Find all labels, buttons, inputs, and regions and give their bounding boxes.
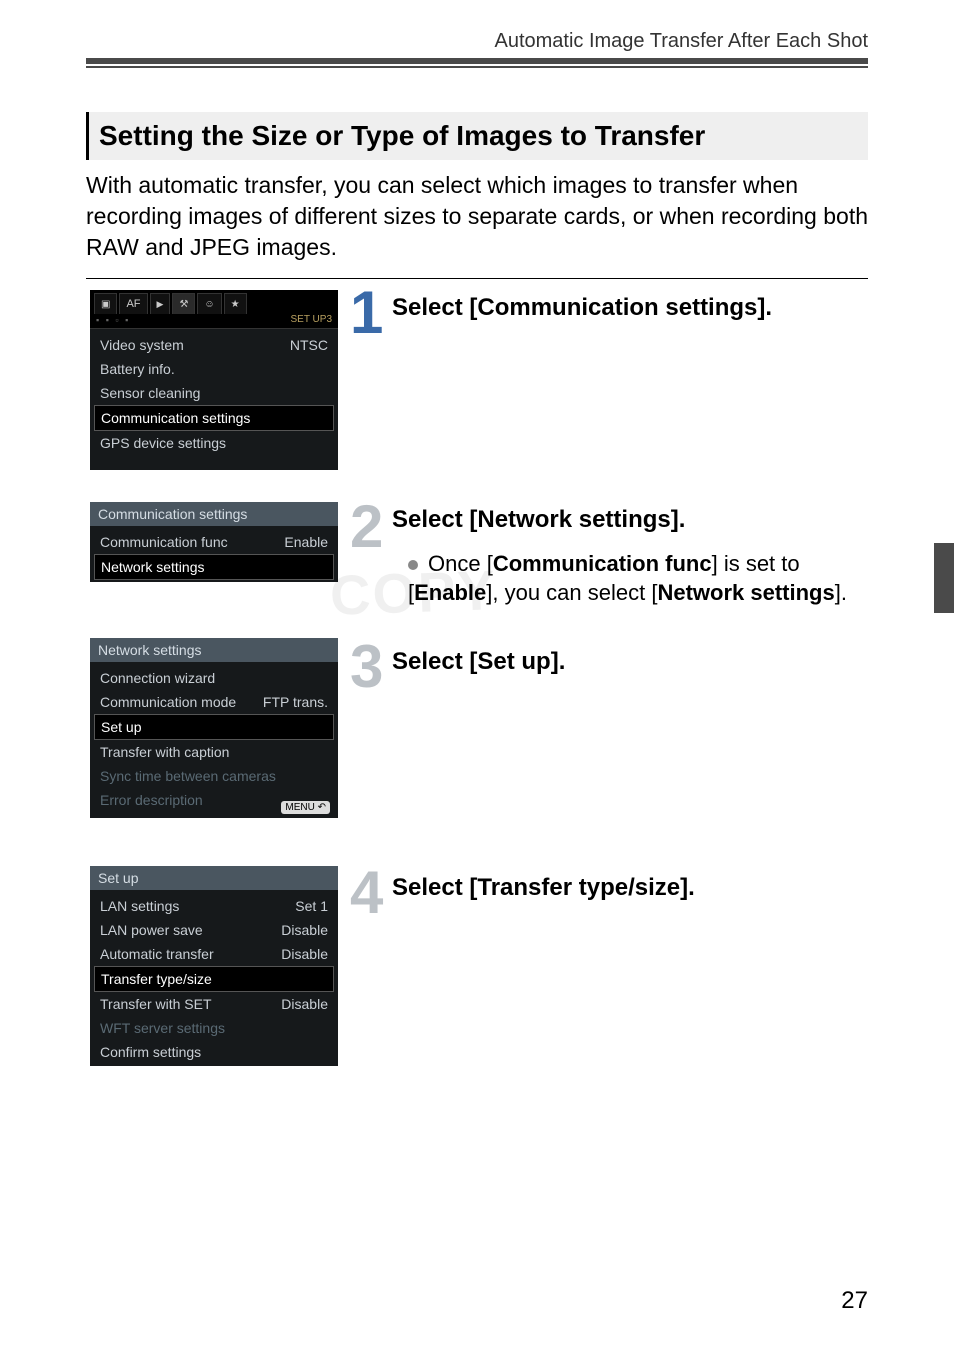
menu-back-badge: MENU	[281, 801, 330, 814]
step-3-title: Select [Set up].	[392, 648, 868, 676]
label: Connection wizard	[100, 670, 215, 686]
face-icon	[204, 298, 214, 310]
value: Disable	[281, 996, 328, 1012]
subtab-dots: ▪ ▪ ▫ ▪	[96, 315, 130, 325]
tab-tools	[172, 293, 195, 314]
label: WFT server settings	[100, 1020, 225, 1036]
step-number-2: 2	[350, 492, 383, 561]
row-power-save: LAN power save Disable	[98, 918, 330, 942]
tab-custom	[197, 293, 221, 314]
section-intro: With automatic transfer, you can select …	[86, 170, 868, 263]
screenshot-comm-settings-menu: AF ▪ ▪ ▫ ▪ SET UP3 Video system NTSC Batt…	[90, 290, 338, 470]
panel-title: Set up	[90, 866, 338, 890]
screenshot-setup-panel: Set up LAN settings Set 1 LAN power save D…	[90, 866, 338, 1066]
row-wft: WFT server settings	[98, 1016, 330, 1040]
label: Set up	[101, 719, 141, 735]
row-network-settings: Network settings	[94, 554, 334, 580]
menu-row-battery: Battery info.	[98, 357, 330, 381]
label: Communication mode	[100, 694, 236, 710]
label: GPS device settings	[100, 435, 226, 451]
label: Sync time between cameras	[100, 768, 276, 784]
row-comm-func: Communication func Enable	[98, 530, 330, 554]
star-icon	[231, 298, 240, 310]
step-4-title: Select [Transfer type/size].	[392, 874, 868, 902]
tab-shoot	[94, 293, 117, 314]
screenshot-network-settings: Network settings Connection wizard Commu…	[90, 638, 338, 818]
panel-list: Connection wizard Communication mode FTP …	[90, 662, 338, 820]
row-caption: Transfer with caption	[98, 740, 330, 764]
row-confirm: Confirm settings	[98, 1040, 330, 1064]
text: ], you can select [	[486, 580, 657, 605]
panel-title: Communication settings	[90, 502, 338, 526]
bullet-icon	[408, 560, 418, 570]
row-sync: Sync time between cameras	[98, 764, 330, 788]
bold: Enable	[414, 580, 486, 605]
label: Confirm settings	[100, 1044, 201, 1060]
label: Transfer type/size	[101, 971, 212, 987]
page-number: 27	[841, 1287, 868, 1315]
intro-rule	[86, 278, 868, 279]
row-setup: Set up	[94, 714, 334, 740]
value: Set 1	[295, 898, 328, 914]
label: Communication func	[100, 534, 228, 550]
label: Network settings	[101, 559, 204, 575]
section-edge-tab	[934, 543, 954, 613]
step-number-3: 3	[350, 632, 383, 701]
tab-play	[150, 293, 171, 314]
label: Transfer with SET	[100, 996, 212, 1012]
setup-page-label: SET UP3	[291, 314, 333, 325]
step-1-title: Select [Communication settings].	[392, 294, 868, 322]
menu-row-communication: Communication settings	[94, 405, 334, 431]
step-2-bullet: Once [Communication func] is set to [Ena…	[408, 550, 868, 607]
header-rule-thick	[86, 58, 868, 64]
section-title: Setting the Size or Type of Images to Tr…	[86, 112, 868, 160]
row-lan: LAN settings Set 1	[98, 894, 330, 918]
wrench-icon	[179, 298, 188, 310]
tab-star	[224, 293, 247, 314]
label: Communication settings	[101, 410, 250, 426]
label: Transfer with caption	[100, 744, 229, 760]
value: Disable	[281, 922, 328, 938]
label: Automatic transfer	[100, 946, 214, 962]
label: LAN power save	[100, 922, 203, 938]
header-rule-thin	[86, 66, 868, 68]
row-auto-transfer: Automatic transfer Disable	[98, 942, 330, 966]
step-number-4: 4	[350, 858, 383, 927]
menu-row-gps: GPS device settings	[98, 431, 330, 455]
label: Sensor cleaning	[100, 385, 200, 401]
step-2-title: Select [Network settings].	[392, 506, 868, 534]
bold: Network settings	[657, 580, 834, 605]
text: Once [	[428, 551, 493, 576]
value: Enable	[284, 534, 328, 550]
bold: Communication func	[493, 551, 712, 576]
breadcrumb: Automatic Image Transfer After Each Shot	[494, 30, 868, 53]
screenshot-comm-settings-panel: Communication settings Communication fun…	[90, 502, 338, 582]
camera-icon	[101, 298, 110, 310]
row-transfer-type: Transfer type/size	[94, 966, 334, 992]
label: Error description	[100, 792, 203, 808]
camera-tab-strip: AF	[90, 290, 338, 314]
camera-menu-list: Video system NTSC Battery info. Sensor cl…	[90, 329, 338, 459]
panel-list: Communication func Enable Network setting…	[90, 526, 338, 584]
label: LAN settings	[100, 898, 179, 914]
play-icon	[157, 298, 164, 310]
text: ].	[835, 580, 847, 605]
label: Video system	[100, 337, 184, 353]
camera-subtab-line: ▪ ▪ ▫ ▪ SET UP3	[90, 314, 338, 329]
panel-title: Network settings	[90, 638, 338, 662]
value: NTSC	[290, 337, 328, 353]
value: Disable	[281, 946, 328, 962]
value: FTP trans.	[263, 694, 328, 710]
row-wizard: Connection wizard	[98, 666, 330, 690]
tab-af: AF	[119, 293, 147, 314]
label: Battery info.	[100, 361, 175, 377]
menu-row-video: Video system NTSC	[98, 333, 330, 357]
row-transfer-set: Transfer with SET Disable	[98, 992, 330, 1016]
row-comm-mode: Communication mode FTP trans.	[98, 690, 330, 714]
menu-row-sensor: Sensor cleaning	[98, 381, 330, 405]
panel-list: LAN settingsSet 1 LAN power saveDisable …	[90, 890, 338, 1068]
step-number-1: 1	[350, 278, 383, 347]
